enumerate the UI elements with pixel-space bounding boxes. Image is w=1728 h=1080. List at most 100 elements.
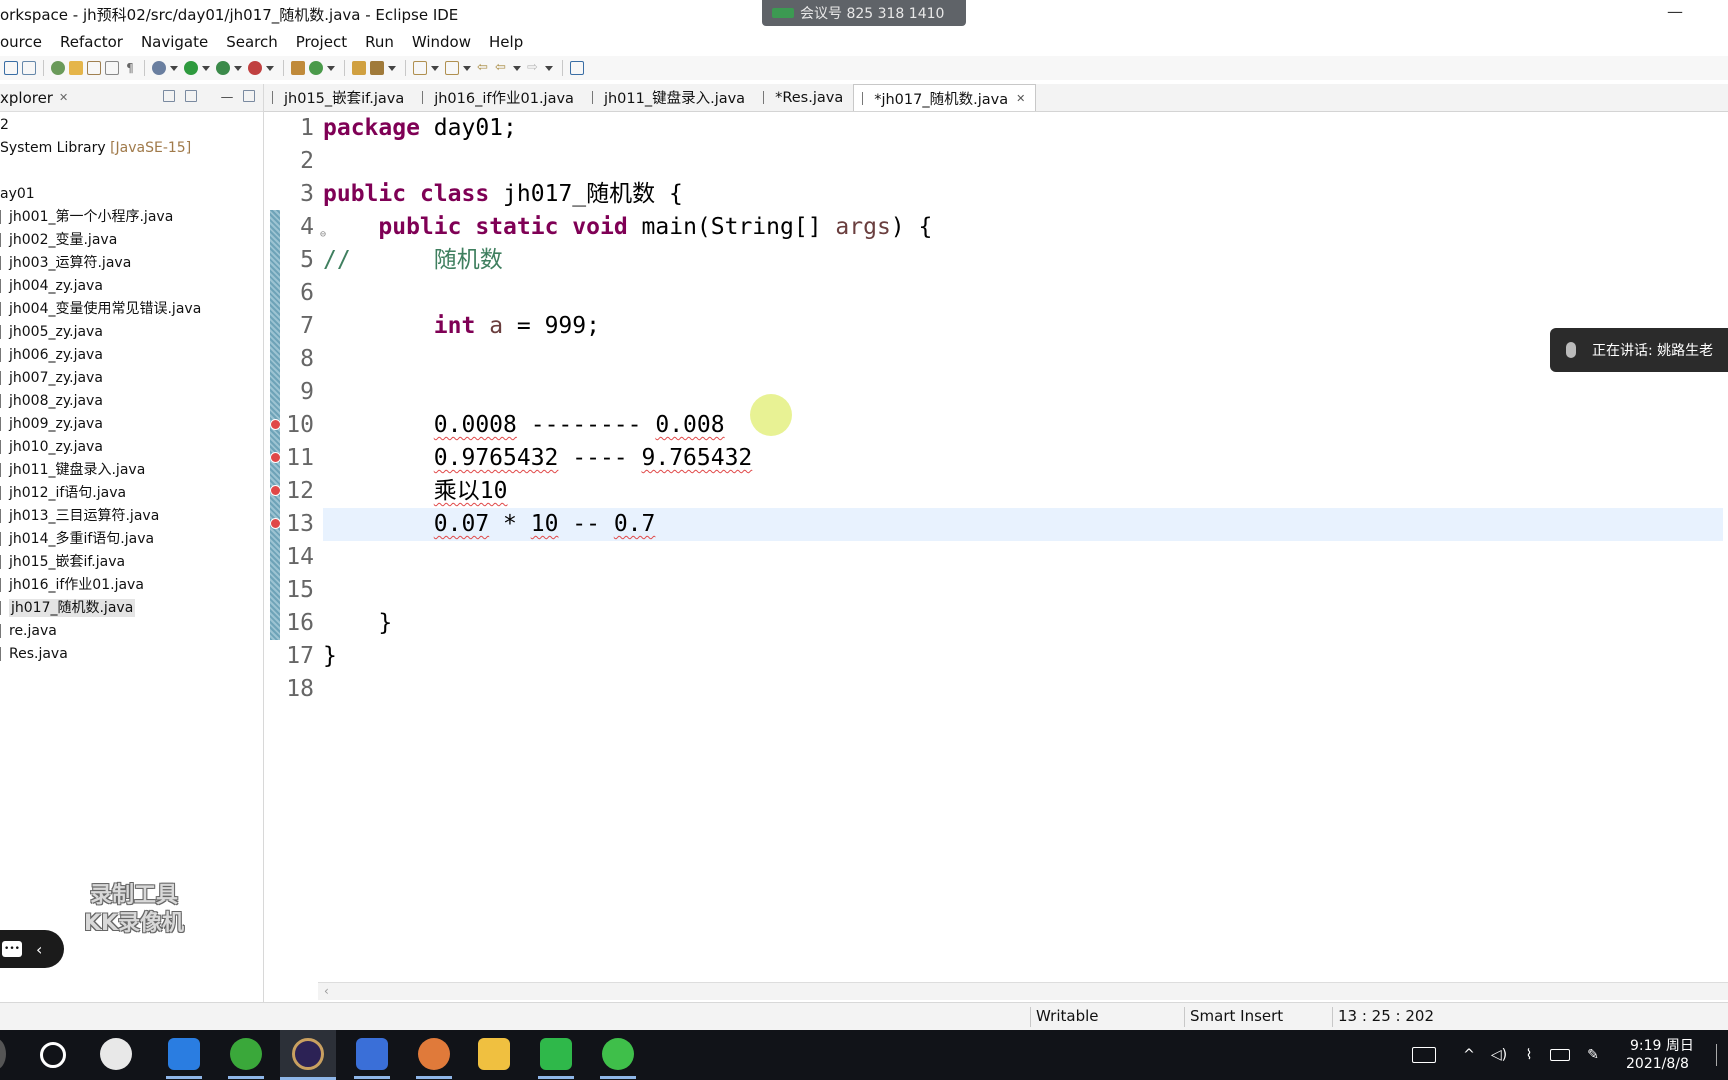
- code-line[interactable]: [323, 343, 1723, 376]
- pen-input-icon[interactable]: ✎: [1584, 1047, 1602, 1063]
- tree-file-item[interactable]: jh003_运算符.java: [0, 252, 263, 275]
- build-icon[interactable]: [51, 61, 65, 75]
- tree-file-item[interactable]: Res.java: [0, 643, 263, 666]
- link-with-editor-icon[interactable]: [185, 90, 197, 102]
- editor-tab[interactable]: jh015_嵌套if.java: [264, 84, 414, 111]
- tree-file-item[interactable]: jh013_三目运算符.java: [0, 505, 263, 528]
- code-line[interactable]: 乘以10: [323, 475, 1723, 508]
- previous-annotation-dropdown-icon[interactable]: [463, 65, 471, 71]
- minimize-view-icon[interactable]: [221, 90, 233, 98]
- error-marker-icon[interactable]: [270, 419, 281, 430]
- tree-file-item[interactable]: jh016_if作业01.java: [0, 574, 263, 597]
- error-marker-icon[interactable]: [270, 485, 281, 496]
- error-marker-icon[interactable]: [270, 518, 281, 529]
- code-line[interactable]: int a = 999;: [323, 310, 1723, 343]
- tree-folder-item[interactable]: [0, 160, 263, 183]
- view-menu-icon[interactable]: [207, 90, 211, 102]
- news-widget-icon[interactable]: [1412, 1047, 1436, 1063]
- maximize-view-icon[interactable]: [243, 90, 255, 102]
- tree-file-item[interactable]: jh014_多重if语句.java: [0, 528, 263, 551]
- tree-file-item[interactable]: re.java: [0, 620, 263, 643]
- wechat-app-icon[interactable]: [602, 1038, 634, 1070]
- tree-file-item[interactable]: jh015_嵌套if.java: [0, 551, 263, 574]
- next-annotation-icon[interactable]: [413, 61, 427, 75]
- next-annotation-dropdown-icon[interactable]: [431, 65, 439, 71]
- back-icon[interactable]: ⇦: [495, 61, 509, 75]
- menu-item[interactable]: Project: [287, 33, 356, 51]
- code-area[interactable]: package day01; public class jh017_随机数 { p…: [323, 112, 1723, 706]
- menu-item[interactable]: Window: [403, 33, 480, 51]
- code-line[interactable]: public static void main(String[] args) {: [323, 211, 1723, 244]
- coverage-dropdown-icon[interactable]: [234, 65, 242, 71]
- eclipse-app-icon[interactable]: [292, 1038, 324, 1070]
- editor-tab-active[interactable]: *jh017_随机数.java ✕: [853, 84, 1037, 111]
- show-whitespace-icon[interactable]: ¶: [123, 61, 137, 75]
- minimize-button[interactable]: —: [1664, 2, 1686, 24]
- tree-file-item[interactable]: jh011_键盘录入.java: [0, 459, 263, 482]
- tree-file-item[interactable]: jh002_变量.java: [0, 229, 263, 252]
- horizontal-scrollbar[interactable]: ‹: [318, 982, 1728, 1000]
- block-selection-icon[interactable]: [87, 61, 101, 75]
- recorder-app-icon[interactable]: [418, 1038, 450, 1070]
- code-line[interactable]: [323, 145, 1723, 178]
- volume-icon[interactable]: ◁): [1490, 1047, 1508, 1063]
- tree-file-item[interactable]: jh009_zy.java: [0, 413, 263, 436]
- save-all-icon[interactable]: [4, 61, 18, 75]
- code-line[interactable]: public class jh017_随机数 {: [323, 178, 1723, 211]
- code-line[interactable]: 0.9765432 ---- 9.765432: [323, 442, 1723, 475]
- meeting-id-badge[interactable]: 会议号 825 318 1410: [762, 0, 966, 26]
- tree-file-item[interactable]: jh001_第一个小程序.java: [0, 206, 263, 229]
- code-editor[interactable]: 1 2 3 4 ⊖ 5 6 7 8 9 10 11 12 13 14 15 16 17 18 package day…: [264, 112, 1728, 1000]
- close-tab-icon[interactable]: ✕: [1016, 92, 1025, 105]
- tree-file-item[interactable]: jh010_zy.java: [0, 436, 263, 459]
- code-line[interactable]: [323, 376, 1723, 409]
- external-tools-icon[interactable]: [248, 61, 262, 75]
- chevron-up-icon[interactable]: ^: [1460, 1047, 1478, 1063]
- tree-file-item[interactable]: jh004_zy.java: [0, 275, 263, 298]
- new-java-project-icon[interactable]: [291, 61, 305, 75]
- tree-folder-item[interactable]: System Library [JavaSE-15]: [0, 137, 263, 160]
- run-dropdown-icon[interactable]: [202, 65, 210, 71]
- new-class-dropdown-icon[interactable]: [327, 65, 335, 71]
- explorer-title[interactable]: xplorer: [0, 89, 53, 107]
- code-line-current[interactable]: 0.07 * 10 -- 0.7: [323, 508, 1723, 541]
- feishu-app-icon[interactable]: [168, 1038, 200, 1070]
- menu-item[interactable]: Search: [217, 33, 287, 51]
- print-icon[interactable]: [22, 61, 36, 75]
- last-edit-location-icon[interactable]: ⇦: [477, 61, 491, 75]
- code-line[interactable]: 0.0008 -------- 0.008: [323, 409, 1723, 442]
- tree-file-item[interactable]: jh006_zy.java: [0, 344, 263, 367]
- tencent-meeting-app-icon[interactable]: [540, 1038, 572, 1070]
- tree-folder-item[interactable]: 2: [0, 114, 263, 137]
- editor-tab[interactable]: *Res.java: [755, 84, 853, 111]
- taskbar-clock-date[interactable]: 2021/8/8: [1626, 1056, 1689, 1072]
- forward-dropdown-icon[interactable]: [545, 65, 553, 71]
- search-dropdown-icon[interactable]: [388, 65, 396, 71]
- code-line[interactable]: package day01;: [323, 112, 1723, 145]
- show-desktop-button[interactable]: [1716, 1044, 1720, 1066]
- back-dropdown-icon[interactable]: [513, 65, 521, 71]
- toggle-mark-occurrences-icon[interactable]: [69, 61, 83, 75]
- editor-tab[interactable]: jh016_if作业01.java: [414, 84, 584, 111]
- tree-file-item[interactable]: jh005_zy.java: [0, 321, 263, 344]
- start-icon[interactable]: [0, 1038, 6, 1070]
- open-type-icon[interactable]: [352, 61, 366, 75]
- tree-file-item[interactable]: jh007_zy.java: [0, 367, 263, 390]
- new-java-package-icon[interactable]: [309, 61, 323, 75]
- run-icon[interactable]: [184, 61, 198, 75]
- cortana-search-icon[interactable]: [40, 1042, 66, 1068]
- code-line[interactable]: [323, 277, 1723, 310]
- explorer-close-icon[interactable]: ✕: [59, 91, 68, 104]
- search-icon[interactable]: [370, 61, 384, 75]
- code-line[interactable]: }: [323, 607, 1723, 640]
- forward-icon[interactable]: ⇨: [527, 61, 541, 75]
- tree-file-item[interactable]: jh012_if语句.java: [0, 482, 263, 505]
- tree-file-item[interactable]: jh008_zy.java: [0, 390, 263, 413]
- menu-item[interactable]: ource: [0, 33, 51, 51]
- code-line[interactable]: }: [323, 640, 1723, 673]
- debug-dropdown-icon[interactable]: [170, 65, 178, 71]
- battery-icon[interactable]: [1550, 1049, 1570, 1061]
- editor-tab[interactable]: jh011_键盘录入.java: [584, 84, 755, 111]
- coverage-icon[interactable]: [216, 61, 230, 75]
- menu-item[interactable]: Refactor: [51, 33, 132, 51]
